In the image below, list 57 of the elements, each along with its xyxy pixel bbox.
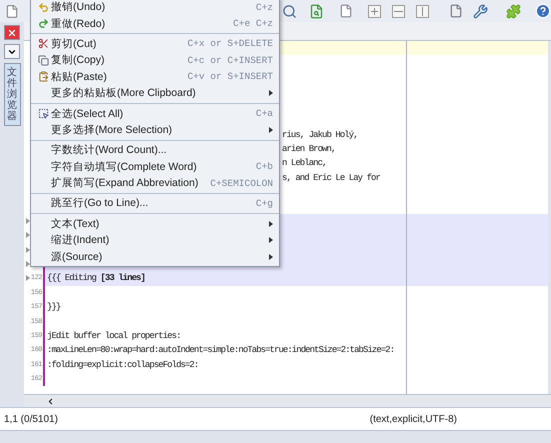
menu-item[interactable]: 扩展简写(Expand Abbreviation) C+SEMICOLON	[31, 174, 279, 192]
plugin-icon[interactable]	[506, 4, 521, 18]
undo-icon	[38, 2, 48, 13]
menu-item[interactable]: 粘贴(Paste) C+v or S+INSERT	[31, 68, 279, 85]
buffer-mode: (text,explicit,UTF-8)	[370, 414, 457, 424]
caret-icon	[269, 237, 273, 244]
fold-arrow-icon[interactable]	[26, 218, 30, 224]
menu-item[interactable]: 字符自动填写(Complete Word) C+b	[31, 158, 279, 175]
menu-item[interactable]: 源(Source)	[31, 248, 279, 265]
file-browser-tab[interactable]: 文件浏览器	[4, 63, 20, 126]
find-in-files-icon[interactable]	[309, 4, 324, 18]
dropdown-button[interactable]	[4, 44, 20, 59]
close-icon	[7, 28, 17, 38]
scissors-icon	[38, 38, 48, 50]
code-line: arien Brown,	[282, 144, 336, 154]
menu-item[interactable]: 缩进(Indent)	[31, 232, 279, 248]
menu-item[interactable]: 跳至行(Go to Line)... C+g	[31, 195, 279, 212]
new-file-icon[interactable]	[5, 4, 19, 18]
menu-item[interactable]: 重做(Redo) C+e C+z	[31, 15, 279, 32]
fold-arrow-icon[interactable]	[26, 232, 30, 238]
menu-item[interactable]: 更多选择(More Selection)	[31, 122, 279, 138]
close-button[interactable]	[4, 25, 20, 40]
search-icon[interactable]	[282, 4, 297, 18]
menu-item[interactable]: 字数统计(Word Count)...	[31, 142, 279, 159]
code-line: s, and Eric Le Lay for	[282, 172, 380, 183]
split-horizontal-icon[interactable]	[392, 4, 405, 18]
copy-icon	[38, 54, 48, 66]
code-line: :folding=explicit:collapseFolds=2:	[47, 360, 198, 370]
select-all-icon	[38, 108, 48, 120]
fold-arrow-icon[interactable]	[26, 246, 30, 253]
split-vertical-icon[interactable]	[416, 4, 429, 18]
clipboard-icon	[38, 71, 48, 82]
caret-icon	[269, 220, 273, 227]
code-line: :maxLineLen=80:wrap=hard:autoIndent=simple:noTabs=true:indentSize=2:tabSize=2:	[47, 345, 394, 356]
code-line: }}}	[47, 302, 60, 312]
menu-item[interactable]: 文本(Text)	[31, 216, 279, 232]
menu-item[interactable]: 更多的粘贴板(More Clipboard)	[31, 84, 279, 102]
menu-item[interactable]: 复制(Copy) C+c or C+INSERT	[31, 52, 279, 69]
menu-item[interactable]: 全选(Select All) C+a	[31, 105, 279, 122]
code-line: {{{ Editing [33 lines]	[47, 273, 145, 284]
page-icon[interactable]	[339, 4, 353, 18]
document-icon[interactable]	[449, 4, 463, 18]
scroll-left-icon[interactable]	[46, 396, 55, 406]
redo-icon	[38, 18, 48, 30]
tools-icon[interactable]	[473, 4, 488, 18]
caret-icon	[269, 126, 273, 133]
code-line: n Leblanc,	[282, 158, 327, 168]
fold-arrow-icon[interactable]	[26, 261, 30, 268]
code-line: jEdit buffer local properties:	[47, 331, 181, 341]
help-icon[interactable]	[535, 3, 551, 19]
expand-icon[interactable]	[368, 4, 381, 18]
menu-item[interactable]: 剪切(Cut) C+x or S+DELETE	[31, 36, 279, 52]
caret-icon	[269, 90, 273, 96]
code-line: rius, Jakub Holý,	[282, 130, 358, 140]
caret-icon	[269, 254, 273, 260]
caret-position: 1,1 (0/5101)	[4, 414, 58, 424]
fold-arrow-icon[interactable]	[26, 275, 30, 282]
